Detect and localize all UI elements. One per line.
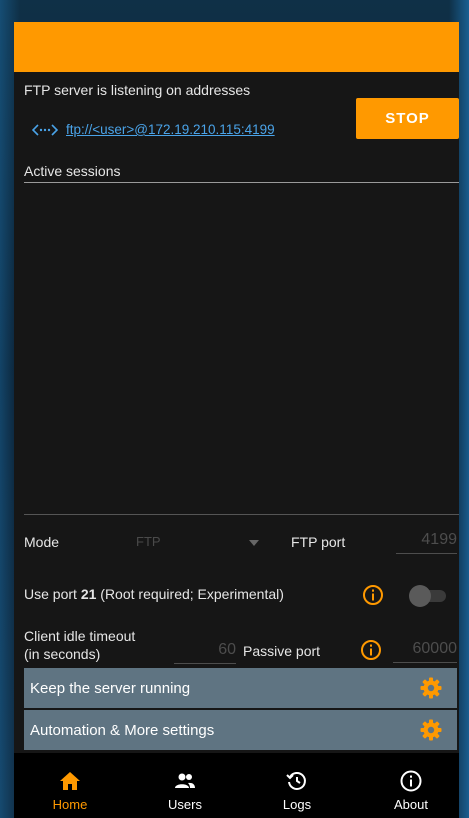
toggle-thumb [409,585,431,607]
gear-icon [420,677,442,699]
dropdown-arrow-icon [249,540,259,546]
info-icon[interactable] [360,639,382,661]
nav-about-label: About [394,797,428,812]
ftp-server-app: FTP server is listening on addresses ftp… [14,22,459,818]
client-idle-timeout-label: Client idle timeout (in seconds) [24,628,136,662]
ftp-port-label: FTP port [291,534,346,550]
passive-port-input[interactable]: 60000 [393,640,457,663]
home-icon [60,772,80,790]
info-icon[interactable] [362,584,384,606]
keep-server-running-card[interactable]: Keep the server running [24,668,457,708]
automation-settings-card[interactable]: Automation & More settings [24,710,457,750]
ftp-port-input[interactable]: 4199 [396,531,457,554]
gear-icon [420,719,442,741]
mode-label: Mode [24,534,60,550]
info-icon [400,770,422,792]
automation-settings-label: Automation & More settings [30,721,215,739]
idle-timeout-input[interactable]: 60 [174,641,236,664]
settings-divider [24,514,459,515]
history-icon [286,772,306,790]
passive-port-label: Passive port [243,643,321,659]
server-address-link[interactable]: ftp://<user>@172.19.210.115:4199 [66,122,275,137]
nav-home-label: Home [52,797,88,812]
nav-logs[interactable]: Logs [257,753,337,818]
mode-dropdown[interactable]: FTP [124,534,269,554]
nav-about[interactable]: About [371,753,451,818]
sessions-divider [24,182,459,183]
nav-home[interactable]: Home [30,753,110,818]
nav-users[interactable]: Users [145,753,225,818]
server-address-row: ftp://<user>@172.19.210.115:4199 [32,122,275,137]
active-sessions-list [24,184,459,514]
nav-logs-label: Logs [282,797,312,812]
use-port-21-toggle[interactable] [409,585,446,607]
keep-server-running-label: Keep the server running [30,679,191,697]
link-code-icon [32,123,58,136]
active-sessions-label: Active sessions [24,163,121,179]
listening-status-text: FTP server is listening on addresses [24,82,251,98]
users-icon [175,773,195,788]
app-bar [14,22,459,72]
bottom-navigation: Home Users Logs About [14,753,459,818]
stop-button[interactable]: STOP [356,98,459,139]
use-port-21-label: Use port 21 (Root required; Experimental… [24,586,284,602]
mode-dropdown-value: FTP [136,534,161,549]
nav-users-label: Users [168,797,202,812]
